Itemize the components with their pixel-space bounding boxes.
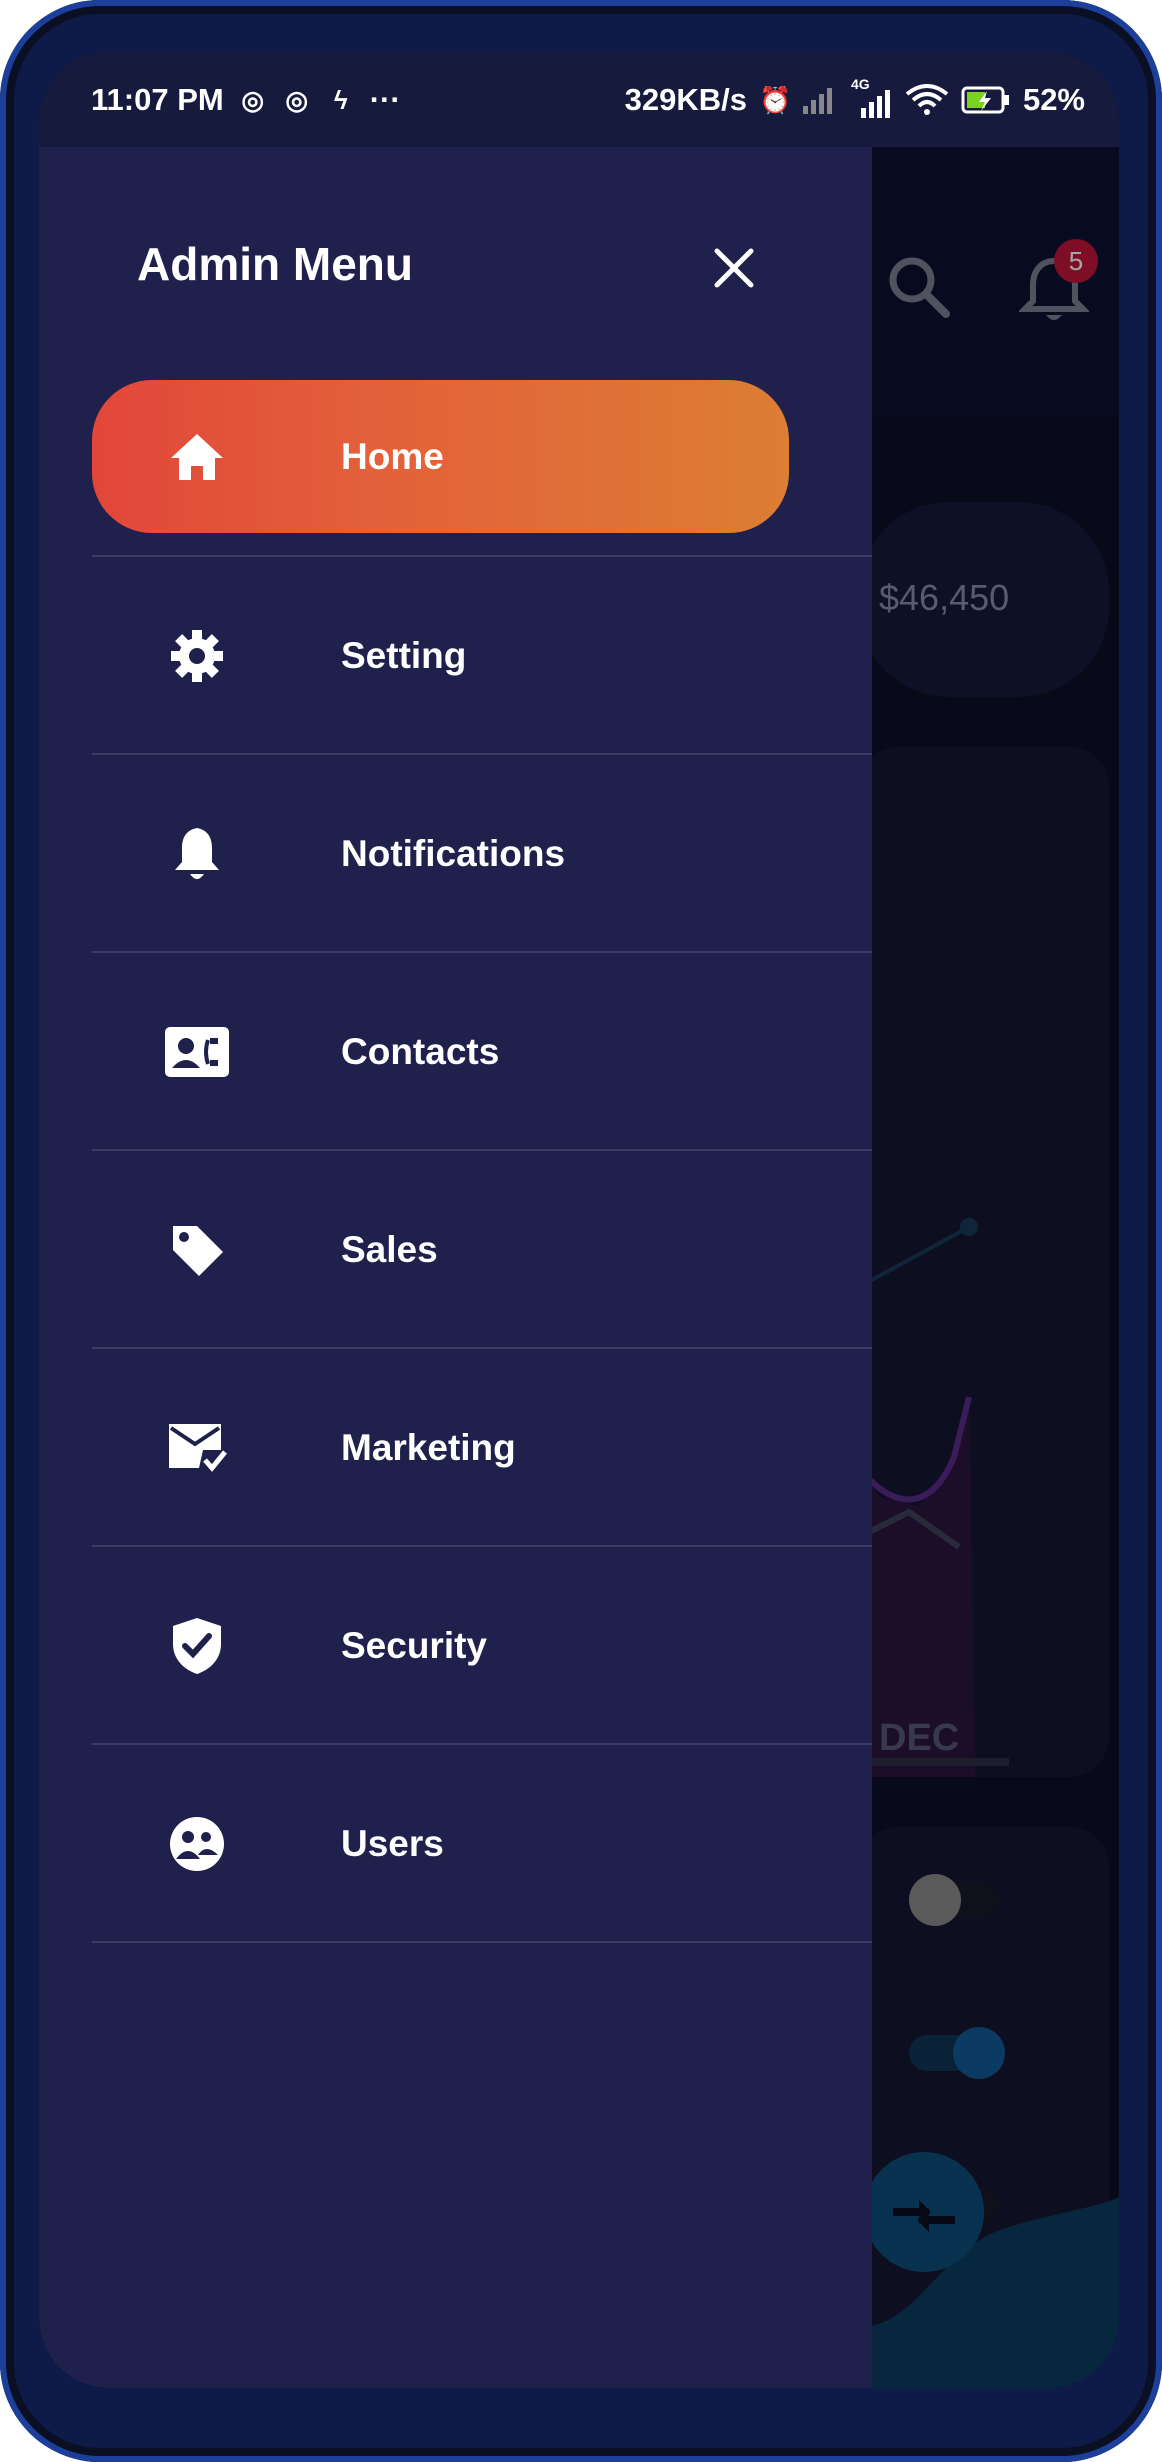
- bell-icon: [162, 819, 232, 889]
- divider: [92, 1941, 872, 1943]
- battery-charging-icon: [961, 86, 1009, 114]
- menu-item-label: Setting: [341, 634, 467, 676]
- menu-item-label: Home: [341, 435, 444, 477]
- status-bar: 11:07 PM ◎ ◎ ϟ ··· 329KB/s ⏰ 4G 52%: [39, 52, 1119, 147]
- contact-card-icon: [162, 1017, 232, 1087]
- menu-item-label: Sales: [341, 1228, 438, 1270]
- menu-item-label: Notifications: [341, 832, 566, 874]
- more-notifications-icon: ···: [369, 82, 401, 117]
- menu-item-users[interactable]: Users: [92, 1745, 872, 1942]
- wifi-icon: [905, 84, 949, 115]
- menu-item-security[interactable]: Security: [92, 1547, 872, 1744]
- menu-item-contacts[interactable]: Contacts: [92, 953, 872, 1150]
- menu-item-setting[interactable]: Setting: [92, 557, 872, 754]
- status-time: 11:07 PM: [91, 82, 224, 117]
- signal-icon: [802, 88, 832, 114]
- menu-item-label: Users: [341, 1822, 444, 1864]
- phone-frame: 5 $46,450 DEC 11:07 PM ◎ ◎ ϟ ··· 329KB/s…: [0, 0, 1162, 2462]
- shield-check-icon: [162, 1611, 232, 1681]
- gear-icon: [162, 621, 232, 691]
- screen: 5 $46,450 DEC 11:07 PM ◎ ◎ ϟ ··· 329KB/s…: [39, 52, 1119, 2388]
- app-notification-icon-3: ϟ: [333, 85, 348, 115]
- app-notification-icon-2: ◎: [285, 85, 309, 115]
- battery-percent: 52%: [1022, 82, 1085, 117]
- home-icon: [162, 422, 232, 492]
- app-notification-icon: ◎: [241, 85, 265, 115]
- users-icon: [162, 1809, 232, 1879]
- menu-item-notifications[interactable]: Notifications: [92, 755, 872, 952]
- mail-check-icon: [162, 1413, 232, 1483]
- close-drawer-button[interactable]: [691, 225, 777, 311]
- signal-4g-icon: 4G: [849, 76, 893, 118]
- menu-item-label: Marketing: [341, 1426, 516, 1468]
- menu-item-sales[interactable]: Sales: [92, 1151, 872, 1348]
- menu-item-label: Security: [341, 1624, 488, 1666]
- navigation-drawer: Admin Menu Home Setting Notifications Co…: [39, 147, 872, 2388]
- menu-item-label: Contacts: [341, 1030, 500, 1072]
- menu-item-home[interactable]: Home: [92, 358, 872, 555]
- drawer-title: Admin Menu: [137, 238, 413, 290]
- alarm-icon: ⏰: [758, 85, 792, 115]
- network-speed: 329KB/s: [624, 82, 747, 117]
- tag-icon: [162, 1215, 232, 1285]
- menu-item-marketing[interactable]: Marketing: [92, 1349, 872, 1546]
- close-icon: [714, 248, 754, 288]
